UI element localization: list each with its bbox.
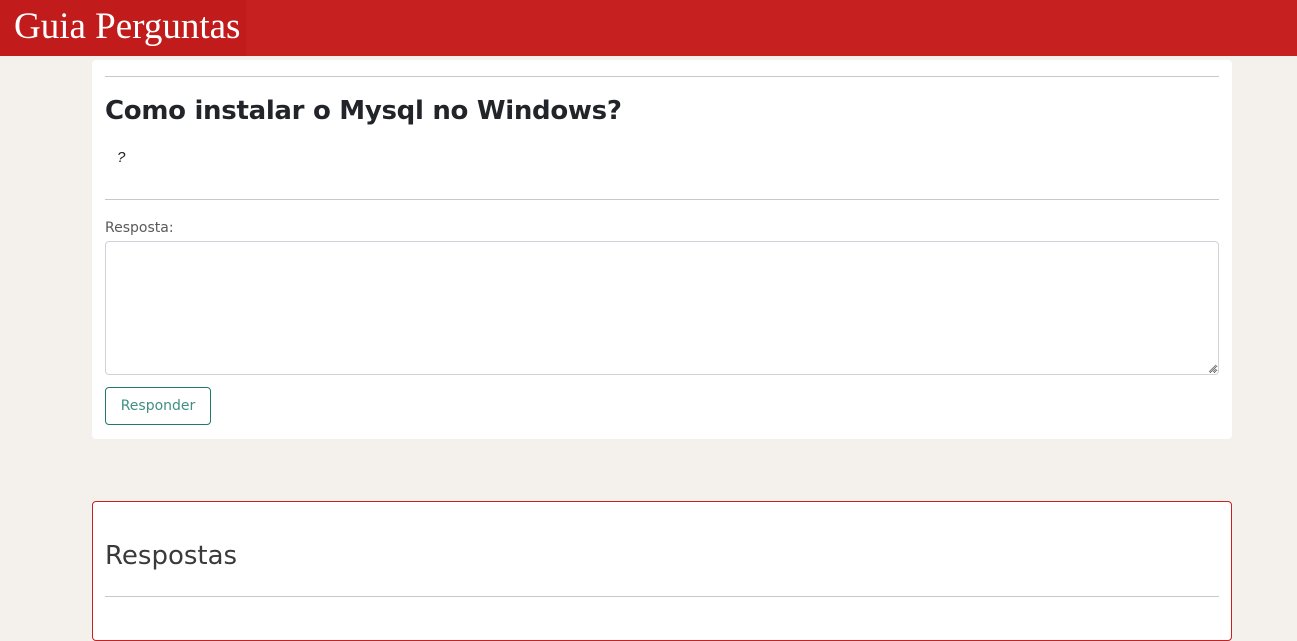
answers-title: Respostas [105,541,238,571]
answer-label: Resposta: [105,220,174,236]
question-title: Como instalar o Mysql no Windows? [105,96,622,126]
answer-textarea[interactable] [105,241,1219,375]
answers-card: Respostas [92,501,1232,641]
question-card: Como instalar o Mysql no Windows? ? Resp… [92,60,1232,439]
divider [105,199,1219,200]
divider [105,76,1219,77]
question-description: ? [117,149,126,166]
brand-logo-link[interactable]: Guia Perguntas [0,0,247,56]
divider [105,596,1219,597]
top-navbar: Guia Perguntas [0,0,1297,56]
reply-button[interactable]: Responder [105,387,211,425]
